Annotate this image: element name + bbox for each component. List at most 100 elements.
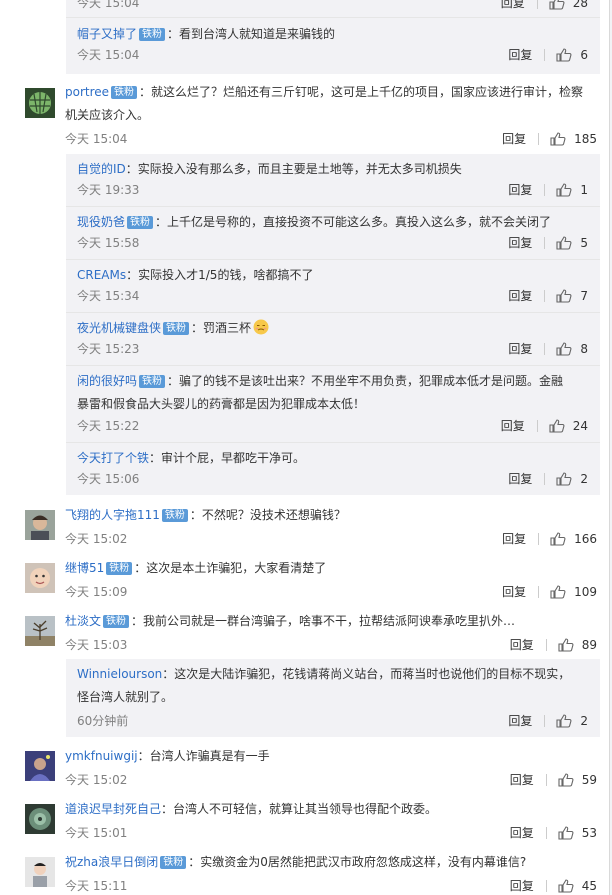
user-link[interactable]: 道浪迟早封死自己: [65, 802, 161, 816]
comment-text: ymkfnuiwgij：台湾人诈骗真是有一手: [65, 745, 597, 768]
reply-text-line: 自觉的ID：实际投入没有那么多，而且主要是土地等，并无太多司机损失: [77, 158, 590, 181]
timestamp: 今天 15:09: [65, 585, 128, 599]
reply-item: 自觉的ID：实际投入没有那么多，而且主要是土地等，并无太多司机损失 今天 19:…: [66, 154, 600, 207]
user-link[interactable]: 闲的很好吗: [77, 374, 137, 388]
like-count: 45: [581, 878, 597, 893]
thumbs-up-icon[interactable]: [558, 772, 574, 787]
user-link[interactable]: 今天打了个铁: [77, 451, 149, 465]
comment-text: 飞翔的人字拖111 铁粉 ：不然呢？没技术还想骗钱？: [65, 504, 597, 527]
reply-button[interactable]: 回复: [508, 181, 532, 198]
thumbs-up-icon[interactable]: [556, 341, 572, 356]
thumbs-up-icon[interactable]: [556, 713, 572, 728]
timestamp: 今天 15:01: [65, 826, 128, 840]
thumbs-up-icon[interactable]: [550, 531, 566, 546]
thumbs-up-icon[interactable]: [550, 131, 566, 146]
fan-badge: 铁粉: [139, 28, 166, 41]
reply-button[interactable]: 回复: [501, 417, 525, 434]
comment-actions: 回复 59: [510, 771, 597, 788]
avatar[interactable]: [25, 563, 55, 593]
reply-button[interactable]: 回复: [508, 470, 532, 487]
reply-button[interactable]: 回复: [502, 583, 526, 600]
like-count: 59: [581, 772, 597, 787]
comment-body: ：这次是本土诈骗犯，大家看清楚了: [134, 561, 327, 575]
reply-button[interactable]: 回复: [508, 340, 532, 357]
reply-button[interactable]: 回复: [508, 712, 532, 729]
user-link[interactable]: portree: [65, 85, 109, 99]
comment-body: ：实缴资金为0居然能把武汉市政府忽悠成这样，没有内幕谁信?: [188, 855, 527, 869]
reply-item: 今天打了个铁：审计个屁，早都吃干净可。 今天 15:06 回复 2: [66, 443, 600, 495]
timestamp: 今天 15:03: [65, 638, 128, 652]
user-link[interactable]: 杜淡文: [65, 614, 101, 628]
user-link[interactable]: 帽子又掉了: [77, 27, 137, 41]
timestamp: 今天 15:02: [65, 773, 128, 787]
reply-button[interactable]: 回复: [510, 636, 534, 653]
reply-button[interactable]: 回复: [501, 0, 525, 11]
avatar[interactable]: [25, 804, 55, 834]
user-link[interactable]: 继博51: [65, 561, 104, 575]
reply-text-line: 闲的很好吗 铁粉 ：骗了的钱不是该吐出来？不用坐牢不用负责，犯罪成本低才是问题。金融…: [77, 370, 590, 416]
comment-panel: 今天 15:04 回复 28 帽子又掉了 铁粉 ：看到台湾人就知道是来骗钱的 今天 …: [0, 0, 610, 895]
thumbs-up-icon[interactable]: [549, 0, 565, 10]
thumbs-up-icon[interactable]: [549, 418, 565, 433]
divider: [538, 532, 540, 545]
reply-button[interactable]: 回复: [508, 287, 532, 304]
avatar[interactable]: [25, 510, 55, 540]
reply-item: 帽子又掉了 铁粉 ：看到台湾人就知道是来骗钱的 今天 15:04 回复 6: [66, 18, 600, 74]
thumbs-up-icon[interactable]: [558, 825, 574, 840]
reply-button[interactable]: 回复: [510, 824, 534, 841]
thumbs-up-icon[interactable]: [556, 182, 572, 197]
divider: [538, 132, 540, 145]
reply-actions: 回复 1: [508, 181, 588, 198]
reply-button[interactable]: 回复: [502, 130, 526, 147]
reply-text: ：看到台湾人就知道是来骗钱的: [167, 27, 336, 41]
thumbs-up-icon[interactable]: [550, 584, 566, 599]
thumbs-up-icon[interactable]: [556, 47, 572, 62]
user-link[interactable]: ymkfnuiwgij: [65, 749, 138, 763]
divider: [545, 826, 547, 839]
comment-text: 祝zha浪早日倒闭 铁粉 ：实缴资金为0居然能把武汉市政府忽悠成这样，没有内幕谁信?: [65, 851, 597, 874]
reply-box: 今天 15:04 回复 28 帽子又掉了 铁粉 ：看到台湾人就知道是来骗钱的 今天 …: [66, 0, 600, 74]
comment-actions: 回复 185: [502, 130, 597, 147]
user-link[interactable]: 夜光机械键盘侠: [77, 321, 161, 335]
reply-actions: 回复 2: [508, 470, 588, 487]
fan-badge: 铁粉: [111, 86, 138, 99]
reply-button[interactable]: 回复: [502, 530, 526, 547]
comment-text: 道浪迟早封死自己：台湾人不可轻信，就算让其当领导也得配个政委。: [65, 798, 597, 821]
reply-actions: 回复 24: [501, 417, 588, 434]
user-link[interactable]: 飞翔的人字拖111: [65, 508, 160, 522]
like-count: 28: [572, 0, 588, 10]
like-count: 7: [580, 288, 588, 303]
user-link[interactable]: 现役奶爸: [77, 215, 125, 229]
reply-button[interactable]: 回复: [508, 234, 532, 251]
divider: [544, 714, 546, 727]
timestamp: 今天 15:23: [77, 342, 140, 356]
avatar[interactable]: [25, 857, 55, 887]
user-link[interactable]: 自觉的ID: [77, 162, 126, 176]
avatar[interactable]: [25, 616, 55, 646]
timestamp: 今天 15:22: [77, 419, 140, 433]
reply-item: 夜光机械键盘侠 铁粉 ：罚酒三杯 今天 15:23 回复 8: [66, 313, 600, 366]
thumbs-up-icon[interactable]: [556, 235, 572, 250]
user-link[interactable]: CREAMs: [77, 268, 126, 282]
comment-text: 杜淡文 铁粉 ：我前公司就是一群台湾骗子，啥事不干，拉帮结派阿谀奉承吃里扒外…: [65, 610, 597, 633]
divider: [545, 638, 547, 651]
user-link[interactable]: Winnielourson: [77, 667, 162, 681]
reply-text: 怪台湾人就别了。: [77, 690, 174, 704]
reply-button[interactable]: 回复: [508, 46, 532, 63]
avatar[interactable]: [25, 88, 55, 118]
user-link[interactable]: 祝zha浪早日倒闭: [65, 855, 158, 869]
thumbs-up-icon[interactable]: [556, 471, 572, 486]
thumbs-up-icon[interactable]: [558, 878, 574, 893]
comment-text: portree 铁粉 ：就这么烂了？烂船还有三斤钉呢，这可是上千亿的项目，国家应该进…: [65, 81, 597, 127]
reply-text: ：骗了的钱不是该吐出来？不用坐牢不用负责，犯罪成本低才是问题。金融: [167, 374, 564, 388]
reply-text: ：这次是大陆诈骗犯，花钱请蒋尚义站台，而蒋当时也说他们的目标不现实，: [162, 667, 571, 681]
divider: [544, 236, 546, 249]
thumbs-up-icon[interactable]: [558, 637, 574, 652]
reply-button[interactable]: 回复: [510, 877, 534, 894]
timestamp: 今天 15:11: [65, 879, 128, 893]
avatar[interactable]: [25, 751, 55, 781]
divider: [544, 48, 546, 61]
thumbs-up-icon[interactable]: [556, 288, 572, 303]
reply-button[interactable]: 回复: [510, 771, 534, 788]
reply-item: CREAMs：实际投入才1/5的钱，啥都搞不了 今天 15:34 回复 7: [66, 260, 600, 313]
